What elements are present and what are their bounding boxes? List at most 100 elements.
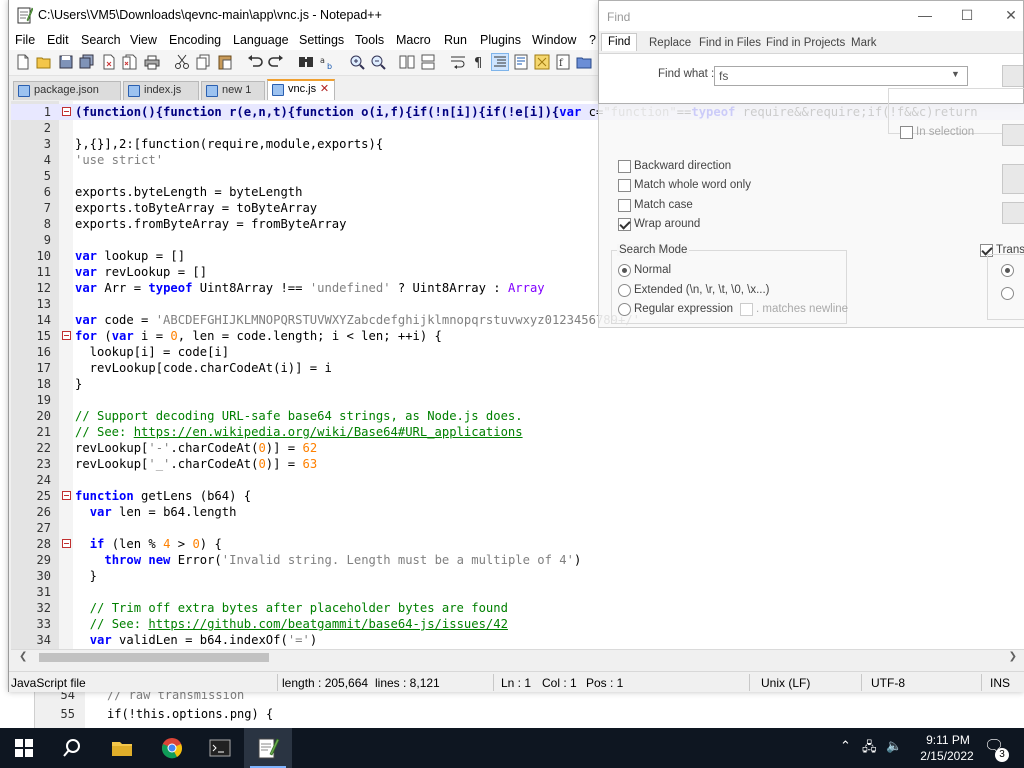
find-tab-find-in-projects[interactable]: Find in Projects [766,37,845,49]
indent-guide-icon[interactable] [491,53,509,71]
taskbar-file-explorer[interactable] [98,728,146,768]
backward-direction-checkbox[interactable] [618,160,631,173]
folder-workspace-icon[interactable] [576,54,592,70]
zoom-in-icon[interactable] [349,54,365,70]
code-line[interactable]: 20 // Support decoding URL-safe base64 st… [11,408,1024,424]
find-next-button[interactable] [1002,65,1023,87]
copy-icon[interactable] [195,54,211,70]
transparency-always-radio[interactable] [1001,287,1014,300]
replace-icon[interactable]: ab [319,54,335,70]
zoom-out-icon[interactable] [370,54,386,70]
menu-file[interactable]: File [15,33,35,47]
minimize-icon[interactable]: — [915,7,935,23]
find-what-input[interactable]: fs [714,66,968,86]
clock-time[interactable]: 9:11 PM [918,733,978,747]
code-line[interactable]: 28 if (len % 4 > 0) { [11,536,1024,552]
tab-new-1[interactable]: new 1 [201,81,265,100]
tab-index-js[interactable]: index.js [123,81,199,100]
word-wrap-icon[interactable] [450,54,466,70]
find-tab-find[interactable]: Find [601,33,638,51]
tab-close-icon[interactable]: ✕ [319,84,330,95]
fold-toggle-icon[interactable] [62,107,71,116]
find-all-button[interactable] [1002,164,1024,194]
open-file-icon[interactable] [36,54,52,70]
start-button[interactable] [0,728,48,768]
menu-help[interactable]: ? [589,33,596,47]
maximize-icon[interactable]: ☐ [957,7,977,24]
code-line[interactable]: 27 [11,520,1024,536]
scroll-right-icon[interactable]: ❯ [1009,651,1017,662]
transparency-on-losing-focus-radio[interactable] [1001,264,1014,277]
matches-newline-checkbox[interactable] [740,303,753,316]
match-case-checkbox[interactable] [618,199,631,212]
code-line[interactable]: 24 [11,472,1024,488]
find-icon[interactable] [298,54,314,70]
close-all-icon[interactable] [122,54,138,70]
code-line[interactable]: 16 lookup[i] = code[i] [11,344,1024,360]
extended-mode-radio[interactable] [618,284,631,297]
menu-window[interactable]: Window [532,33,576,47]
taskbar-notepadpp[interactable] [244,728,292,768]
code-line[interactable]: 18} [11,376,1024,392]
menu-encoding[interactable]: Encoding [169,33,221,47]
find-tab-replace[interactable]: Replace [649,37,691,49]
fold-toggle-icon[interactable] [62,491,71,500]
close-file-icon[interactable] [101,54,117,70]
horizontal-scrollbar[interactable]: ❮ ❯ [11,649,1024,665]
menu-run[interactable]: Run [444,33,467,47]
code-line[interactable]: 34 var validLen = b64.indexOf('=') [11,632,1024,648]
scroll-left-icon[interactable]: ❮ [19,651,27,662]
in-selection-checkbox[interactable] [900,126,913,139]
code-line[interactable]: 23 revLookup['_'.charCodeAt(0)] = 63 [11,456,1024,472]
menu-edit[interactable]: Edit [47,33,69,47]
chevron-up-icon[interactable]: ⌃ [840,738,851,754]
close-icon[interactable]: ✕ [1001,7,1021,24]
search-button[interactable] [48,728,96,768]
code-line[interactable]: 26 var len = b64.length [11,504,1024,520]
show-all-chars-icon[interactable]: ¶ [471,54,487,70]
clock-date[interactable]: 2/15/2022 [912,749,982,763]
new-file-icon[interactable] [15,54,31,70]
code-line[interactable]: 15 for (var i = 0, len = code.length; i <… [11,328,1024,344]
menu-tools[interactable]: Tools [355,33,384,47]
regex-mode-radio[interactable] [618,303,631,316]
find-title-bar[interactable]: Find — ☐ ✕ [599,1,1023,31]
volume-icon[interactable]: 🔈 [886,738,902,754]
match-whole-word-checkbox[interactable] [618,179,631,192]
paste-icon[interactable] [217,54,233,70]
function-list-icon[interactable]: f [555,54,571,70]
save-all-icon[interactable] [79,54,95,70]
taskbar-chrome[interactable] [148,728,196,768]
network-icon[interactable]: 🖧 [862,738,877,760]
code-line[interactable]: 19 [11,392,1024,408]
code-line[interactable]: 33 // See: https://github.com/beatgammit… [11,616,1024,632]
code-line[interactable]: 31 [11,584,1024,600]
sync-horizontal-icon[interactable] [420,54,436,70]
define-language-icon[interactable] [513,54,529,70]
close-button[interactable] [1002,202,1024,224]
menu-view[interactable]: View [130,33,157,47]
code-line[interactable]: 30 } [11,568,1024,584]
code-line[interactable]: 29 throw new Error('Invalid string. Leng… [11,552,1024,568]
cut-icon[interactable] [174,54,190,70]
doc-map-icon[interactable] [534,54,550,70]
redo-icon[interactable] [268,54,284,70]
sync-vertical-icon[interactable] [399,54,415,70]
menu-language[interactable]: Language [233,33,289,47]
find-tab-mark[interactable]: Mark [851,37,877,49]
code-line[interactable]: 22 revLookup['-'.charCodeAt(0)] = 62 [11,440,1024,456]
tab-vnc-js[interactable]: vnc.js ✕ [267,79,335,100]
menu-settings[interactable]: Settings [299,33,344,47]
find-tab-find-in-files[interactable]: Find in Files [699,37,761,49]
chevron-down-icon[interactable]: ▼ [951,69,960,79]
normal-mode-radio[interactable] [618,264,631,277]
print-icon[interactable] [144,54,160,70]
menu-search[interactable]: Search [81,33,121,47]
code-line[interactable]: 21 // See: https://en.wikipedia.org/wiki/… [11,424,1024,440]
wrap-around-checkbox[interactable] [618,218,631,231]
count-button[interactable] [1002,124,1024,146]
code-line[interactable]: 25 function getLens (b64) { [11,488,1024,504]
undo-icon[interactable] [247,54,263,70]
tab-package-json[interactable]: package.json [13,81,121,100]
save-icon[interactable] [58,54,74,70]
